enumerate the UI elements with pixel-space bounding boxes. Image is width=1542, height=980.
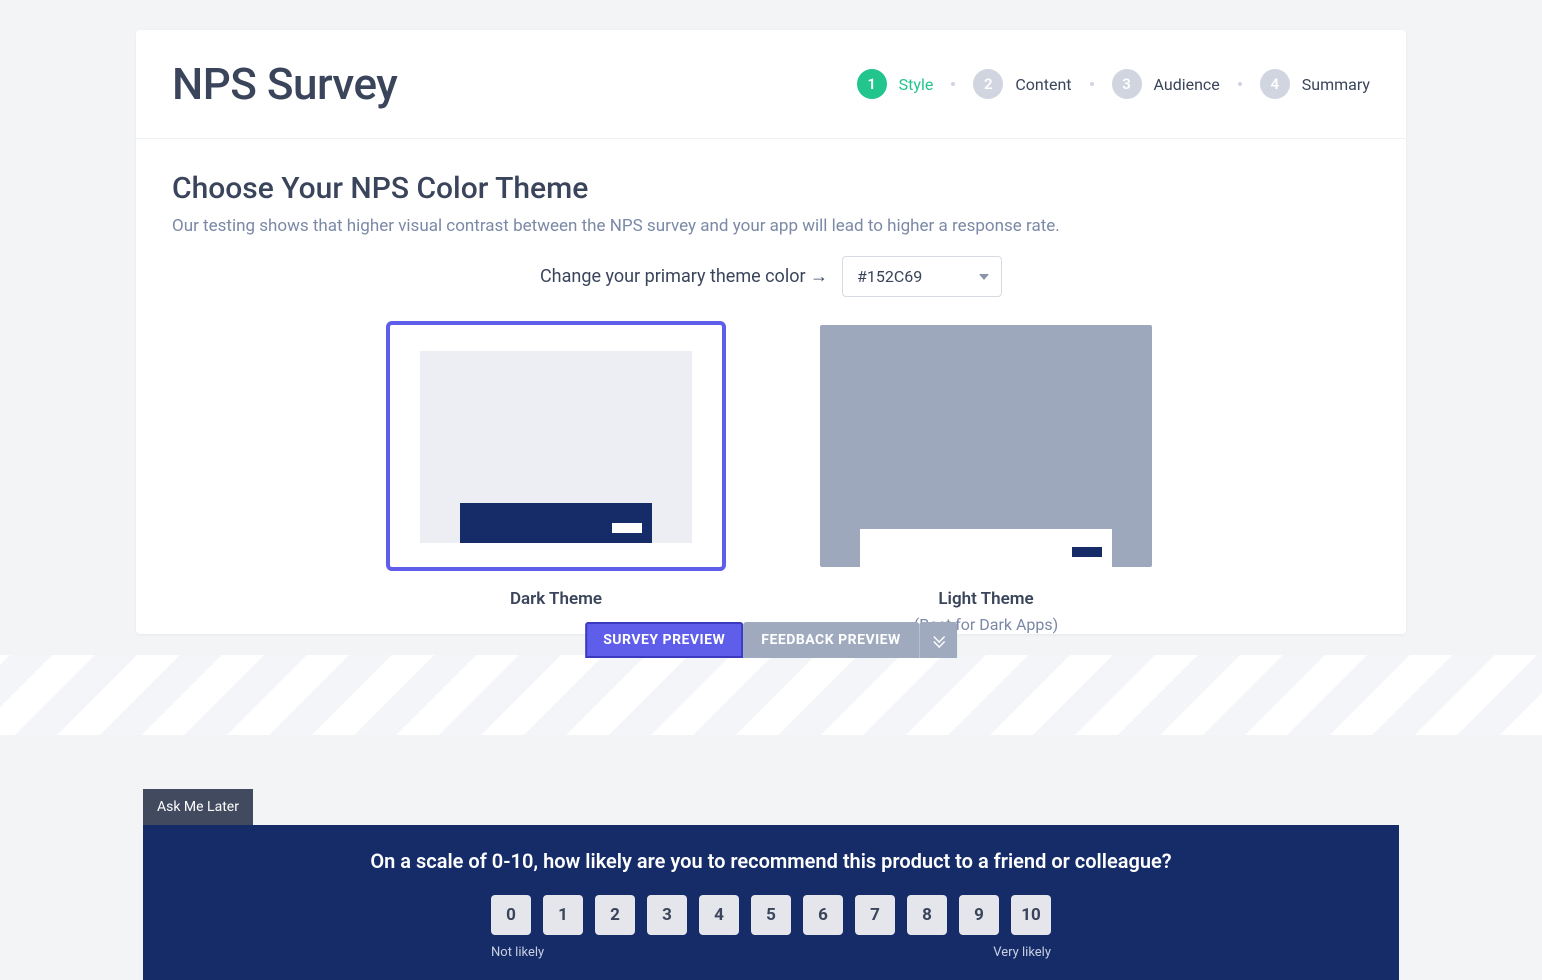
section-description: Our testing shows that higher visual con… bbox=[172, 216, 1370, 236]
preview-tabs: SURVEY PREVIEW FEEDBACK PREVIEW bbox=[585, 622, 957, 658]
nps-score-4[interactable]: 4 bbox=[699, 895, 739, 935]
step-summary[interactable]: 4 Summary bbox=[1260, 69, 1370, 99]
theme-preview-widget bbox=[460, 503, 652, 543]
content-area: Choose Your NPS Color Theme Our testing … bbox=[136, 139, 1406, 634]
step-label: Style bbox=[899, 75, 934, 94]
theme-name: Dark Theme bbox=[386, 589, 726, 609]
step-content[interactable]: 2 Content bbox=[973, 69, 1071, 99]
tab-survey-preview[interactable]: SURVEY PREVIEW bbox=[585, 622, 743, 658]
step-number: 4 bbox=[1260, 69, 1290, 99]
nps-score-7[interactable]: 7 bbox=[855, 895, 895, 935]
nps-score-1[interactable]: 1 bbox=[543, 895, 583, 935]
step-number: 3 bbox=[1112, 69, 1142, 99]
nps-survey-widget: Ask Me Later On a scale of 0-10, how lik… bbox=[143, 825, 1399, 980]
step-separator-dot bbox=[1090, 82, 1094, 86]
nps-question: On a scale of 0-10, how likely are you t… bbox=[143, 849, 1399, 873]
tab-feedback-preview[interactable]: FEEDBACK PREVIEW bbox=[743, 622, 919, 658]
step-number: 1 bbox=[857, 69, 887, 99]
theme-preview-widget bbox=[860, 529, 1112, 567]
nps-score-8[interactable]: 8 bbox=[907, 895, 947, 935]
nps-score-5[interactable]: 5 bbox=[751, 895, 791, 935]
nps-score-0[interactable]: 0 bbox=[491, 895, 531, 935]
theme-preview-bg bbox=[820, 325, 1152, 567]
ask-me-later-button[interactable]: Ask Me Later bbox=[143, 789, 253, 825]
step-style[interactable]: 1 Style bbox=[857, 69, 934, 99]
nps-scale: 0 1 2 3 4 5 6 7 8 9 10 bbox=[143, 895, 1399, 935]
caret-down-icon bbox=[979, 274, 989, 280]
step-number: 2 bbox=[973, 69, 1003, 99]
page-title: NPS Survey bbox=[172, 58, 397, 110]
color-picker-label: Change your primary theme color → bbox=[540, 266, 828, 287]
main-card: NPS Survey 1 Style 2 Content 3 Audience … bbox=[136, 30, 1406, 634]
collapse-preview-button[interactable] bbox=[919, 622, 957, 658]
step-separator-dot bbox=[951, 82, 955, 86]
nps-score-3[interactable]: 3 bbox=[647, 895, 687, 935]
nps-score-6[interactable]: 6 bbox=[803, 895, 843, 935]
theme-dark-preview bbox=[386, 321, 726, 571]
wizard-steps: 1 Style 2 Content 3 Audience 4 Summary bbox=[857, 69, 1370, 99]
nps-score-9[interactable]: 9 bbox=[959, 895, 999, 935]
theme-options: Dark Theme Light Theme (Best for Dark Ap… bbox=[172, 321, 1370, 634]
color-picker-row: Change your primary theme color → #152C6… bbox=[172, 256, 1370, 297]
step-label: Summary bbox=[1302, 75, 1370, 94]
nps-scale-labels: Not likely Very likely bbox=[491, 945, 1051, 960]
header: NPS Survey 1 Style 2 Content 3 Audience … bbox=[136, 30, 1406, 139]
color-value: #152C69 bbox=[857, 267, 922, 286]
section-title: Choose Your NPS Color Theme bbox=[172, 171, 1370, 206]
theme-light-preview bbox=[816, 321, 1156, 571]
step-separator-dot bbox=[1238, 82, 1242, 86]
color-dropdown[interactable]: #152C69 bbox=[842, 256, 1002, 297]
nps-low-label: Not likely bbox=[491, 945, 544, 960]
step-audience[interactable]: 3 Audience bbox=[1112, 69, 1220, 99]
step-label: Audience bbox=[1154, 75, 1220, 94]
nps-score-2[interactable]: 2 bbox=[595, 895, 635, 935]
nps-score-10[interactable]: 10 bbox=[1011, 895, 1051, 935]
striped-background bbox=[0, 655, 1542, 735]
chevron-down-double-icon bbox=[931, 633, 945, 647]
step-label: Content bbox=[1015, 75, 1071, 94]
theme-dark-option[interactable]: Dark Theme bbox=[386, 321, 726, 634]
theme-light-option[interactable]: Light Theme (Best for Dark Apps) bbox=[816, 321, 1156, 634]
nps-high-label: Very likely bbox=[993, 945, 1051, 960]
theme-preview-bg bbox=[420, 351, 692, 543]
theme-name: Light Theme bbox=[816, 589, 1156, 609]
